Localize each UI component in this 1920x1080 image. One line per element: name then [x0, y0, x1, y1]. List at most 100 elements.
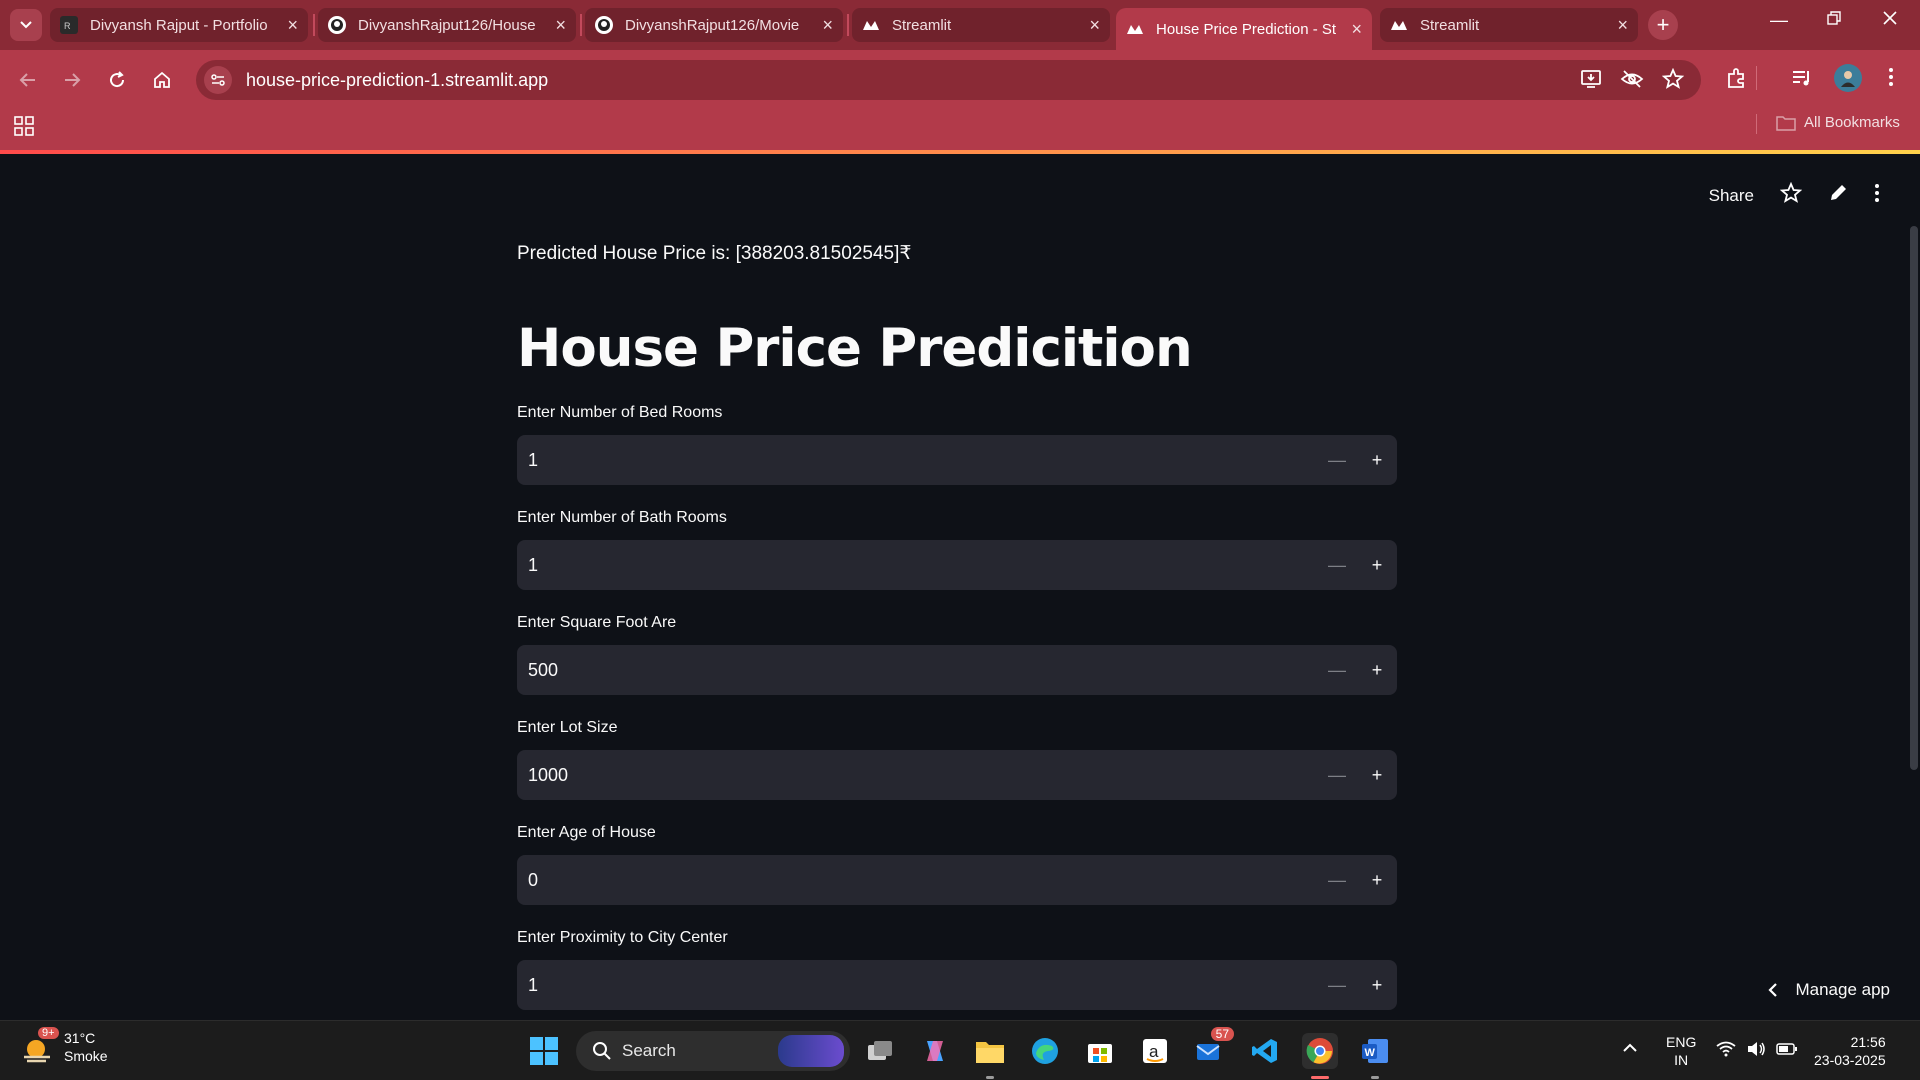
- clock[interactable]: 21:56 23-03-2025: [1814, 1033, 1886, 1069]
- install-app-icon[interactable]: [1580, 68, 1602, 95]
- all-bookmarks-button[interactable]: All Bookmarks: [1776, 114, 1900, 131]
- site-info-icon[interactable]: [204, 66, 232, 94]
- bedrooms-value[interactable]: 1: [517, 450, 1317, 471]
- bedrooms-number-input[interactable]: 1 — +: [517, 435, 1397, 485]
- increment-button[interactable]: +: [1357, 855, 1397, 905]
- decrement-button[interactable]: —: [1317, 645, 1357, 695]
- minimize-icon[interactable]: —: [1770, 10, 1788, 31]
- decrement-button[interactable]: —: [1317, 435, 1357, 485]
- close-tab-icon[interactable]: ×: [1089, 15, 1100, 36]
- weather-condition: Smoke: [64, 1048, 108, 1064]
- eye-off-icon[interactable]: [1620, 68, 1644, 95]
- system-tray-status[interactable]: [1716, 1041, 1798, 1057]
- manage-app-button[interactable]: Manage app: [1767, 980, 1890, 1000]
- close-tab-icon[interactable]: ×: [1351, 19, 1362, 40]
- page-scrollbar[interactable]: [1910, 226, 1918, 770]
- prediction-result-text: Predicted House Price is: [388203.815025…: [517, 243, 912, 264]
- chrome-icon[interactable]: [1302, 1033, 1338, 1079]
- forward-button[interactable]: [56, 64, 88, 96]
- home-button[interactable]: [146, 64, 178, 96]
- close-window-icon[interactable]: [1882, 10, 1898, 31]
- house-age-number-input[interactable]: 0 — +: [517, 855, 1397, 905]
- mail-badge: 57: [1210, 1027, 1234, 1041]
- decrement-button[interactable]: —: [1317, 855, 1357, 905]
- microsoft-store-icon[interactable]: [1082, 1033, 1118, 1069]
- taskbar-search[interactable]: Search: [576, 1031, 850, 1071]
- increment-button[interactable]: +: [1357, 435, 1397, 485]
- browser-tab-strip: R Divyansh Rajput - Portfolio × Divyansh…: [0, 0, 1920, 50]
- mail-icon[interactable]: 57: [1192, 1027, 1234, 1069]
- city-proximity-value[interactable]: 1: [517, 975, 1317, 996]
- square-foot-value[interactable]: 500: [517, 660, 1317, 681]
- new-tab-button[interactable]: +: [1648, 10, 1678, 40]
- tab-streamlit-1[interactable]: Streamlit ×: [852, 8, 1110, 42]
- word-icon[interactable]: W: [1357, 1033, 1393, 1079]
- home-icon: [154, 71, 170, 88]
- portfolio-icon: R: [60, 16, 78, 34]
- city-proximity-number-input[interactable]: 1 — +: [517, 960, 1397, 1010]
- profile-avatar[interactable]: [1834, 64, 1862, 92]
- task-view-icon[interactable]: [862, 1033, 898, 1069]
- reload-button[interactable]: [101, 64, 133, 96]
- edit-pencil-icon[interactable]: [1828, 183, 1848, 208]
- square-foot-label: Enter Square Foot Are: [517, 614, 677, 631]
- tab-search-button[interactable]: [10, 9, 42, 41]
- arrow-right-icon: [65, 73, 81, 87]
- vscode-icon[interactable]: [1247, 1033, 1283, 1069]
- bathrooms-label: Enter Number of Bath Rooms: [517, 509, 727, 526]
- share-button[interactable]: Share: [1709, 186, 1754, 206]
- tab-github-house[interactable]: DivyanshRajput126/House ×: [318, 8, 576, 42]
- city-proximity-label: Enter Proximity to City Center: [517, 929, 728, 946]
- close-tab-icon[interactable]: ×: [822, 15, 833, 36]
- tab-portfolio[interactable]: R Divyansh Rajput - Portfolio ×: [50, 8, 308, 42]
- active-indicator: [1311, 1076, 1329, 1079]
- square-foot-number-input[interactable]: 500 — +: [517, 645, 1397, 695]
- extensions-icon[interactable]: [1725, 66, 1749, 95]
- tab-github-movie[interactable]: DivyanshRajput126/Movie ×: [585, 8, 843, 42]
- bathrooms-number-input[interactable]: 1 — +: [517, 540, 1397, 590]
- increment-button[interactable]: +: [1357, 540, 1397, 590]
- bookmark-star-icon[interactable]: [1661, 67, 1685, 95]
- close-tab-icon[interactable]: ×: [287, 15, 298, 36]
- house-age-value[interactable]: 0: [517, 870, 1317, 891]
- edge-browser-icon[interactable]: [1027, 1033, 1063, 1069]
- file-explorer-icon[interactable]: [972, 1033, 1008, 1079]
- address-bar[interactable]: house-price-prediction-1.streamlit.app: [196, 60, 1701, 100]
- chevron-left-icon: [1768, 983, 1778, 997]
- back-button[interactable]: [12, 64, 44, 96]
- amazon-icon[interactable]: a: [1137, 1033, 1173, 1069]
- arrow-left-icon: [19, 73, 35, 87]
- github-icon: [595, 16, 613, 34]
- search-label: Search: [622, 1041, 676, 1060]
- increment-button[interactable]: +: [1357, 960, 1397, 1010]
- clock-time: 21:56: [1850, 1034, 1886, 1050]
- apps-grid-icon[interactable]: [14, 116, 34, 141]
- restore-icon[interactable]: [1826, 10, 1842, 31]
- increment-button[interactable]: +: [1357, 750, 1397, 800]
- language-code: ENG: [1666, 1034, 1697, 1050]
- increment-button[interactable]: +: [1357, 645, 1397, 695]
- close-tab-icon[interactable]: ×: [555, 15, 566, 36]
- windows-start-icon[interactable]: [526, 1033, 562, 1069]
- show-hidden-icons[interactable]: [1622, 1039, 1638, 1057]
- tab-house-price-prediction[interactable]: House Price Prediction - St ×: [1116, 8, 1372, 50]
- decrement-button[interactable]: —: [1317, 540, 1357, 590]
- star-icon[interactable]: [1779, 181, 1803, 209]
- decrement-button[interactable]: —: [1317, 750, 1357, 800]
- copilot-icon[interactable]: [917, 1033, 953, 1069]
- close-tab-icon[interactable]: ×: [1617, 15, 1628, 36]
- decrement-button[interactable]: —: [1317, 960, 1357, 1010]
- lot-size-value[interactable]: 1000: [517, 765, 1317, 786]
- more-options-icon[interactable]: [1874, 183, 1880, 208]
- weather-widget[interactable]: 9+ 31°C Smoke: [20, 1027, 108, 1065]
- media-control-icon[interactable]: [1790, 66, 1814, 95]
- svg-text:a: a: [1149, 1042, 1159, 1061]
- lot-size-number-input[interactable]: 1000 — +: [517, 750, 1397, 800]
- language-indicator[interactable]: ENG IN: [1666, 1033, 1696, 1069]
- house-age-label: Enter Age of House: [517, 824, 656, 841]
- browser-menu-icon[interactable]: [1888, 66, 1894, 93]
- tab-streamlit-2[interactable]: Streamlit ×: [1380, 8, 1638, 42]
- bathrooms-value[interactable]: 1: [517, 555, 1317, 576]
- app-toolbar: Share: [1709, 181, 1880, 209]
- volume-icon: [1748, 1042, 1765, 1056]
